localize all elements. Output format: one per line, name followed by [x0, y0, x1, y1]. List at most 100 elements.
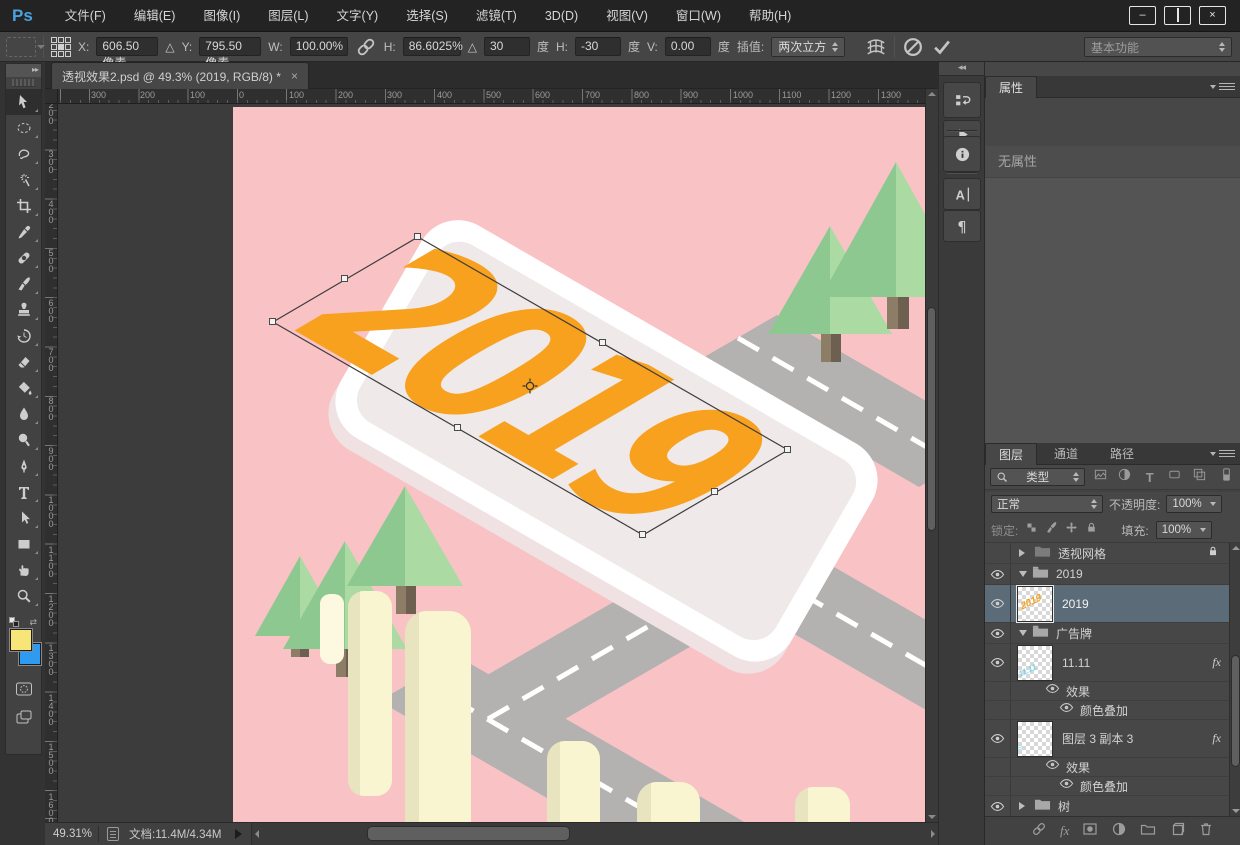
menu-item-2[interactable]: 图像(I) [189, 9, 254, 23]
fx-badge[interactable]: fx [1212, 655, 1221, 670]
horizontal-ruler[interactable]: 3002001000100200300400500600700800900100… [58, 89, 925, 104]
layer-group-row[interactable]: 透视网格 [985, 543, 1229, 564]
layer-row[interactable]: 11.1111.11fx [985, 644, 1229, 682]
height-input[interactable]: 86.6025% [403, 37, 461, 56]
menu-item-3[interactable]: 图层(L) [254, 9, 322, 23]
menu-item-9[interactable]: 窗口(W) [662, 9, 735, 23]
visibility-toggle[interactable] [985, 644, 1011, 681]
visibility-toggle[interactable] [985, 777, 1011, 795]
scroll-down-arrow[interactable] [1232, 809, 1240, 813]
visibility-toggle[interactable] [985, 585, 1011, 622]
history-brush-tool[interactable] [6, 323, 41, 349]
relative-position-toggle[interactable]: △ [165, 40, 174, 54]
panel-menu-icon[interactable] [1219, 83, 1235, 92]
menu-item-1[interactable]: 编辑(E) [120, 9, 190, 23]
path-select-tool[interactable] [6, 505, 41, 531]
warp-mode-icon[interactable] [865, 36, 887, 58]
filter-adjustment-layers-icon[interactable] [1115, 467, 1135, 487]
zoom-level-field[interactable]: 49.31% [47, 826, 99, 842]
status-flyout-arrow[interactable] [235, 829, 247, 839]
lasso-tool[interactable] [6, 141, 41, 167]
effect-visibility-toggle[interactable] [1045, 681, 1060, 701]
layer-thumbnail[interactable]: ≋ [1017, 721, 1053, 757]
screen-mode-button[interactable] [6, 705, 41, 729]
expand-triangle-icon[interactable] [1019, 549, 1029, 557]
quick-mask-button[interactable] [6, 677, 41, 701]
new-layer-icon[interactable] [1169, 821, 1185, 842]
layer-effect-row[interactable]: 效果 [985, 682, 1229, 701]
tab-close-icon[interactable]: × [291, 69, 298, 83]
transform-handle[interactable] [269, 318, 276, 325]
transform-handle[interactable] [711, 488, 718, 495]
blend-mode-select[interactable]: 正常 [991, 495, 1103, 513]
add-layer-mask-icon[interactable] [1082, 821, 1098, 842]
cancel-transform-icon[interactable] [902, 36, 924, 58]
foreground-color-swatch[interactable] [10, 629, 32, 651]
fx-badge[interactable]: fx [1212, 731, 1221, 746]
transform-handle[interactable] [599, 339, 606, 346]
filter-toggle-switch[interactable] [1216, 467, 1236, 487]
transform-handle[interactable] [414, 233, 421, 240]
delete-layer-icon[interactable] [1198, 821, 1214, 842]
zoom-tool[interactable] [6, 583, 41, 609]
layer-effect-row[interactable]: 颜色叠加 [985, 777, 1229, 796]
layer-group-row[interactable]: 树 [985, 796, 1229, 816]
lock-transparency-icon[interactable] [1025, 521, 1038, 539]
dodge-tool[interactable] [6, 427, 41, 453]
menu-item-4[interactable]: 文字(Y) [323, 9, 393, 23]
effect-visibility-toggle[interactable] [1059, 776, 1074, 796]
x-input[interactable]: 606.50 像素 [96, 37, 158, 56]
info-panel-button[interactable] [943, 136, 981, 172]
commit-transform-icon[interactable] [931, 36, 953, 58]
menu-item-8[interactable]: 视图(V) [592, 9, 662, 23]
ruler-origin-box[interactable] [45, 89, 58, 104]
tab-layers[interactable]: 图层 [985, 443, 1037, 465]
vertical-ruler[interactable]: 2003004005006007008009001000110012001300… [45, 104, 58, 822]
layer-effect-row[interactable]: 颜色叠加 [985, 701, 1229, 720]
scroll-up-arrow[interactable] [1232, 546, 1240, 550]
layers-scroll-thumb[interactable] [1231, 655, 1240, 767]
layer-thumbnail[interactable]: 11.11 [1017, 645, 1053, 681]
panel-menu-icon[interactable] [1219, 450, 1235, 459]
opacity-field[interactable]: 100% [1166, 495, 1222, 513]
link-dimensions-icon[interactable] [355, 36, 377, 58]
menu-item-10[interactable]: 帮助(H) [735, 9, 805, 23]
bucket-tool[interactable] [6, 375, 41, 401]
layer-group-row[interactable]: 2019 [985, 564, 1229, 585]
paragraph-panel-button[interactable]: ¶ [943, 210, 981, 242]
dock-collapse-chevrons[interactable]: ◂◂ [939, 62, 984, 76]
default-colors-icon[interactable] [9, 617, 19, 627]
type-tool[interactable] [6, 479, 41, 505]
lock-pixels-icon[interactable] [1045, 521, 1058, 539]
menu-item-5[interactable]: 选择(S) [392, 9, 462, 23]
blur-tool[interactable] [6, 401, 41, 427]
effect-visibility-toggle[interactable] [1045, 757, 1060, 777]
transform-handle[interactable] [639, 531, 646, 538]
transform-handle[interactable] [784, 446, 791, 453]
brush-tool[interactable] [6, 271, 41, 297]
menu-item-6[interactable]: 滤镜(T) [462, 9, 531, 23]
visibility-toggle[interactable] [985, 682, 1011, 700]
marquee-tool[interactable] [6, 115, 41, 141]
link-layers-icon[interactable] [1031, 821, 1047, 842]
tools-grip[interactable] [12, 79, 35, 87]
character-panel-button[interactable]: A [943, 178, 981, 210]
collapse-triangle-icon[interactable] [1019, 630, 1027, 640]
layer-style-icon[interactable]: fx [1060, 823, 1069, 839]
move-tool[interactable] [6, 89, 41, 115]
transform-handle[interactable] [341, 275, 348, 282]
visibility-toggle[interactable] [985, 623, 1011, 643]
tab-paths[interactable]: 路径 [1097, 443, 1147, 465]
angle-input[interactable]: 30 [484, 37, 530, 56]
tools-collapse-chevrons[interactable]: ▸▸ [6, 64, 41, 77]
filter-smart-objects-icon[interactable] [1189, 467, 1209, 487]
eraser-tool[interactable] [6, 349, 41, 375]
swap-colors-icon[interactable]: ⇄ [29, 617, 37, 628]
menu-item-7[interactable]: 3D(D) [531, 9, 592, 23]
visibility-toggle[interactable] [985, 720, 1011, 757]
menu-item-0[interactable]: 文件(F) [51, 9, 120, 23]
reference-point-locator[interactable] [51, 37, 71, 57]
effect-visibility-toggle[interactable] [1059, 700, 1074, 720]
filter-pixel-layers-icon[interactable] [1090, 467, 1110, 487]
tab-properties[interactable]: 属性 [985, 76, 1037, 98]
